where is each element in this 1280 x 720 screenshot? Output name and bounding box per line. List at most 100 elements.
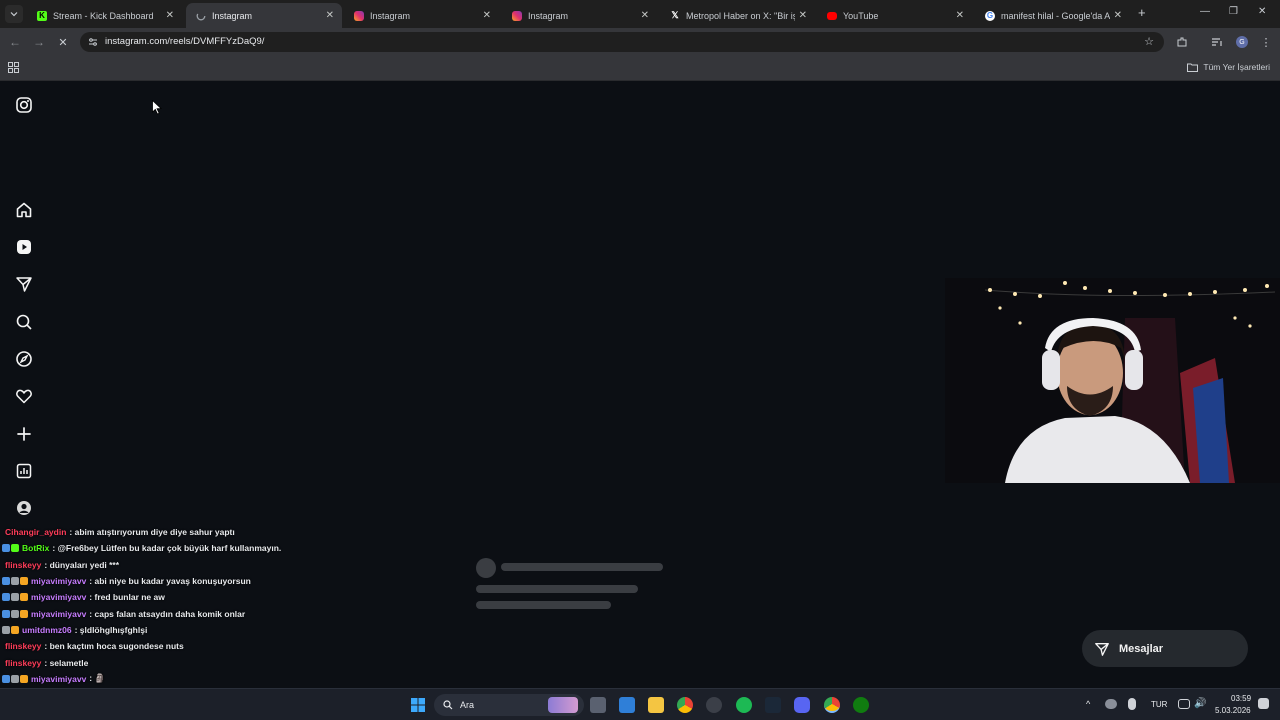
profile-avatar[interactable]: G: [1236, 36, 1248, 48]
chat-username[interactable]: miyavimiyavv: [31, 609, 86, 619]
chat-text: : @Fre6bey Lütfen bu kadar çok büyük har…: [52, 543, 282, 554]
tab-title: manifest hilal - Google'da Ara: [1001, 10, 1110, 21]
chat-badge-icon: [2, 609, 10, 618]
chat-username[interactable]: flinskeyy: [5, 641, 41, 651]
instagram-logo-icon[interactable]: [15, 96, 33, 114]
tab-instagram-active[interactable]: Instagram ✕: [186, 3, 342, 28]
profile-icon[interactable]: [15, 499, 33, 517]
task-view-icon[interactable]: [590, 697, 606, 713]
address-bar[interactable]: instagram.com/reels/DVMFFYzDaQ9/ ☆: [80, 32, 1164, 52]
new-tab-button[interactable]: +: [1138, 5, 1146, 20]
clock-date[interactable]: 5.03.2026: [1215, 706, 1251, 715]
insights-icon[interactable]: [15, 462, 33, 480]
chat-username[interactable]: Cihangir_aydin: [5, 527, 66, 537]
chat-badge-icon: [11, 625, 19, 634]
url-text: instagram.com/reels/DVMFFYzDaQ9/: [105, 36, 265, 47]
minimize-button[interactable]: —: [1200, 6, 1210, 17]
close-icon[interactable]: ✕: [483, 10, 491, 21]
messages-button[interactable]: Mesajlar: [1082, 630, 1248, 667]
search-highlight-icon: [548, 697, 578, 713]
send-icon[interactable]: [15, 275, 33, 293]
more-menu-icon[interactable]: ⋮: [1257, 33, 1275, 51]
tab-instagram[interactable]: Instagram ✕: [502, 3, 657, 28]
close-window-button[interactable]: ✕: [1258, 6, 1266, 17]
close-icon[interactable]: ✕: [166, 10, 174, 21]
instagram-icon: [512, 10, 522, 21]
clock-time[interactable]: 03:59: [1231, 694, 1251, 703]
forward-button[interactable]: →: [30, 33, 48, 51]
tab-kick-dashboard[interactable]: K Stream - Kick Dashboard ✕: [27, 3, 182, 28]
search-icon[interactable]: [15, 313, 33, 331]
bookmarks-bar: Tüm Yer İşaretleri: [0, 56, 1280, 81]
apps-grid-icon[interactable]: [8, 62, 19, 73]
chat-username[interactable]: flinskeyy: [5, 560, 41, 570]
close-icon[interactable]: ✕: [799, 10, 807, 21]
bookmark-star-icon[interactable]: ☆: [1144, 35, 1154, 48]
tab-search-button[interactable]: [5, 5, 23, 23]
steam-icon[interactable]: [765, 697, 781, 713]
reels-icon[interactable]: [15, 238, 33, 256]
all-bookmarks-button[interactable]: Tüm Yer İşaretleri: [1187, 62, 1270, 72]
chrome-icon[interactable]: [677, 697, 693, 713]
chat-message: Cihangir_aydin: abim atıştırıyorum diye …: [0, 524, 320, 540]
tab-google-search[interactable]: G manifest hilal - Google'da Ara ✕: [975, 3, 1130, 28]
volume-icon[interactable]: 🔊: [1194, 698, 1206, 709]
chat-badge-icon: [20, 577, 28, 586]
search-icon: [443, 700, 453, 710]
site-settings-icon[interactable]: [88, 37, 98, 47]
close-icon[interactable]: ✕: [956, 10, 964, 21]
mouse-cursor-icon: [152, 100, 162, 115]
chat-badge-icon: [11, 577, 19, 586]
tab-instagram[interactable]: Instagram ✕: [344, 3, 499, 28]
xbox-icon[interactable]: [853, 697, 869, 713]
windows-start-icon[interactable]: [410, 697, 426, 713]
file-explorer-icon[interactable]: [648, 697, 664, 713]
chat-username[interactable]: BotRix: [22, 543, 49, 553]
explore-icon[interactable]: [15, 350, 33, 368]
chat-username[interactable]: umitdnmz06: [22, 625, 72, 635]
back-button[interactable]: ←: [6, 33, 24, 51]
tab-youtube[interactable]: YouTube ✕: [817, 3, 972, 28]
chat-username[interactable]: miyavimiyavv: [31, 674, 86, 684]
chat-username[interactable]: miyavimiyavv: [31, 576, 86, 586]
chevron-down-icon: [10, 12, 18, 17]
media-controls-icon[interactable]: [1211, 36, 1223, 48]
taskbar-search[interactable]: Ara: [434, 694, 584, 716]
network-icon[interactable]: [1178, 699, 1190, 709]
send-icon: [1095, 642, 1109, 656]
chrome-active-icon[interactable]: [824, 697, 840, 713]
create-icon[interactable]: [15, 425, 33, 443]
spotify-icon[interactable]: [736, 697, 752, 713]
notifications-icon[interactable]: [1258, 698, 1269, 709]
close-icon[interactable]: ✕: [641, 10, 649, 21]
extensions-icon[interactable]: [1176, 36, 1188, 48]
streamer-webcam: [945, 278, 1280, 483]
tab-metropol-haber[interactable]: 𝕏 Metropol Haber on X: "Bir işyeri ✕: [660, 3, 815, 28]
language-indicator[interactable]: TUR: [1151, 700, 1167, 709]
chat-text: : şldlöhglhışfghlşi: [74, 624, 148, 635]
chat-badge-icon: [20, 593, 28, 602]
home-icon[interactable]: [15, 201, 33, 219]
browser-toolbar: ← → ✕ instagram.com/reels/DVMFFYzDaQ9/ ☆…: [0, 28, 1280, 56]
stop-loading-button[interactable]: ✕: [54, 33, 72, 51]
chat-badge-icon: [11, 544, 19, 553]
maximize-button[interactable]: ❐: [1229, 6, 1238, 17]
cloud-icon[interactable]: [1105, 699, 1117, 709]
chat-text: : selametle: [44, 657, 89, 668]
tray-overflow-icon[interactable]: ^: [1086, 699, 1090, 709]
chat-message: flinskeyy: selametle: [0, 654, 320, 670]
close-icon[interactable]: ✕: [326, 10, 334, 21]
heart-icon[interactable]: [15, 387, 33, 405]
obs-icon[interactable]: [706, 697, 722, 713]
discord-icon[interactable]: [794, 697, 810, 713]
x-icon: 𝕏: [671, 10, 679, 20]
microphone-icon[interactable]: [1128, 698, 1136, 710]
instagram-icon: [354, 10, 364, 21]
store-icon[interactable]: [619, 697, 635, 713]
chat-message: miyavimiyavv: 🗿: [0, 671, 320, 687]
chat-badges: [2, 544, 19, 553]
chat-username[interactable]: flinskeyy: [5, 658, 41, 668]
chat-text: : 🗿: [89, 673, 106, 684]
chat-username[interactable]: miyavimiyavv: [31, 592, 86, 602]
close-icon[interactable]: ✕: [1114, 10, 1122, 21]
